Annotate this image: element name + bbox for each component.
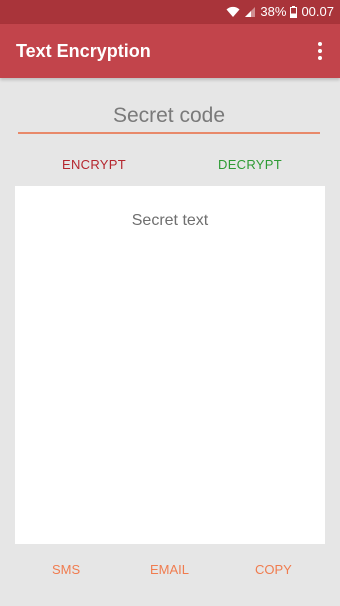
status-bar: 38% 00.07	[0, 0, 340, 24]
app-title: Text Encryption	[16, 41, 151, 61]
secret-code-input[interactable]	[18, 100, 320, 134]
signal-icon	[245, 7, 256, 17]
encrypt-button[interactable]: ENCRYPT	[56, 150, 132, 178]
copy-button[interactable]: COPY	[249, 556, 298, 582]
status-time: 00.07	[301, 4, 334, 19]
decrypt-button[interactable]: DECRYPT	[212, 150, 288, 178]
battery-percent: 38%	[260, 4, 287, 19]
menu-dot	[318, 49, 322, 53]
status-indicators: 38% 00.07	[226, 4, 334, 20]
menu-dot	[318, 56, 322, 60]
app-bar: Text Encryption	[0, 24, 340, 78]
app-screen: 38% 00.07 Text Encryption ENCRYPT DECRYP…	[0, 0, 340, 606]
email-button[interactable]: EMAIL	[144, 556, 195, 582]
wifi-icon	[226, 6, 240, 17]
sms-button[interactable]: SMS	[46, 556, 86, 582]
battery-icon	[290, 6, 298, 18]
menu-dot	[318, 42, 322, 46]
more-vert-icon[interactable]	[310, 38, 330, 64]
secret-text-area[interactable]	[15, 186, 325, 544]
